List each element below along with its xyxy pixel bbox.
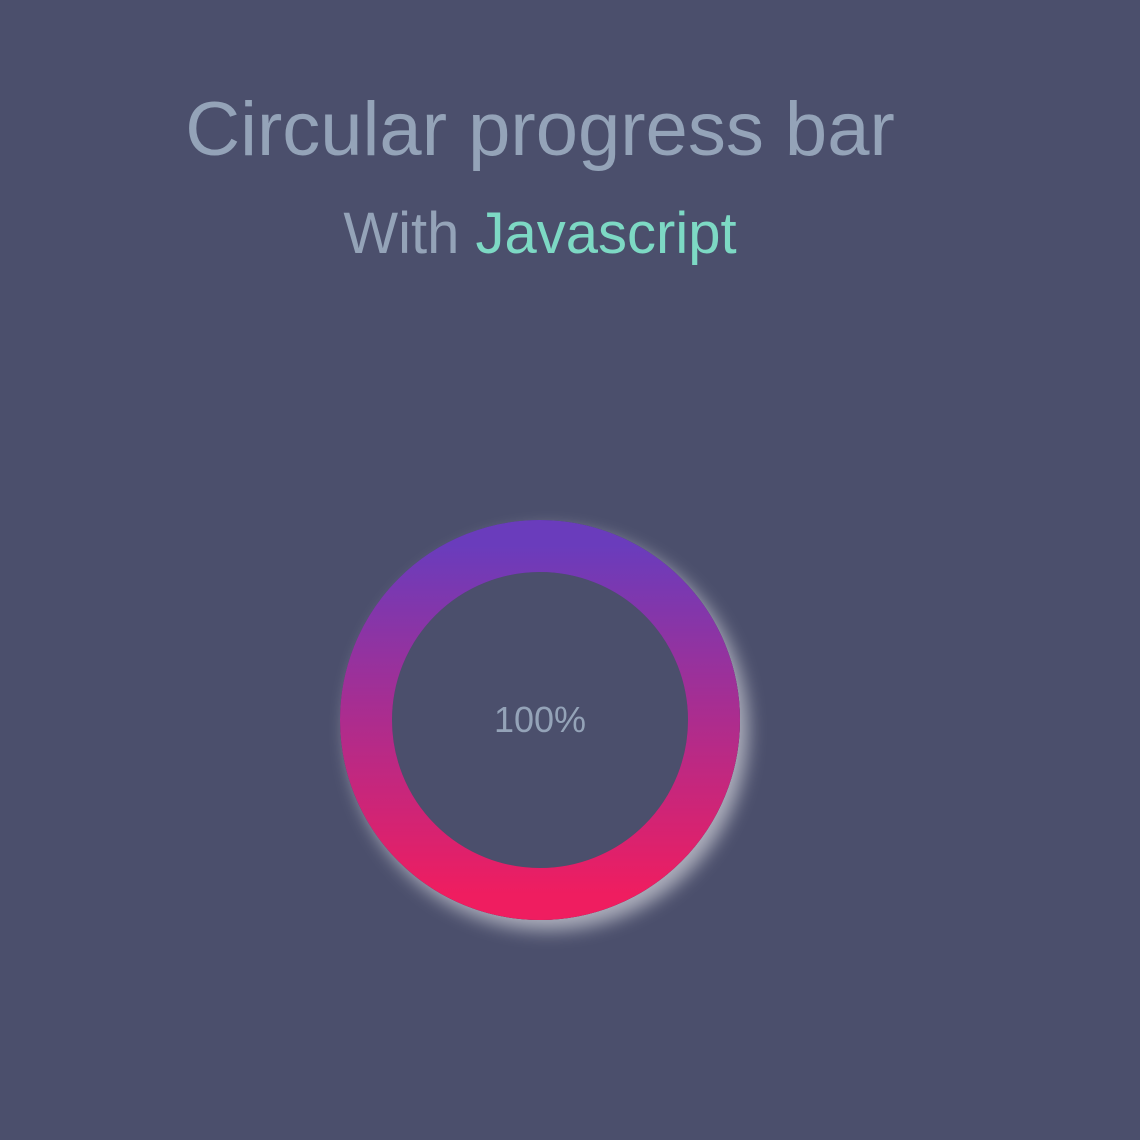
page-subtitle: With Javascript <box>0 205 1080 263</box>
circular-progress: 100% <box>340 520 740 920</box>
page-title: Circular progress bar <box>185 87 895 172</box>
subtitle-accent: Javascript <box>475 201 737 266</box>
page: Circular progress bar With Javascript 10… <box>0 0 1140 1140</box>
subtitle-prefix: With <box>343 201 460 266</box>
progress-value: 100% <box>493 699 587 740</box>
